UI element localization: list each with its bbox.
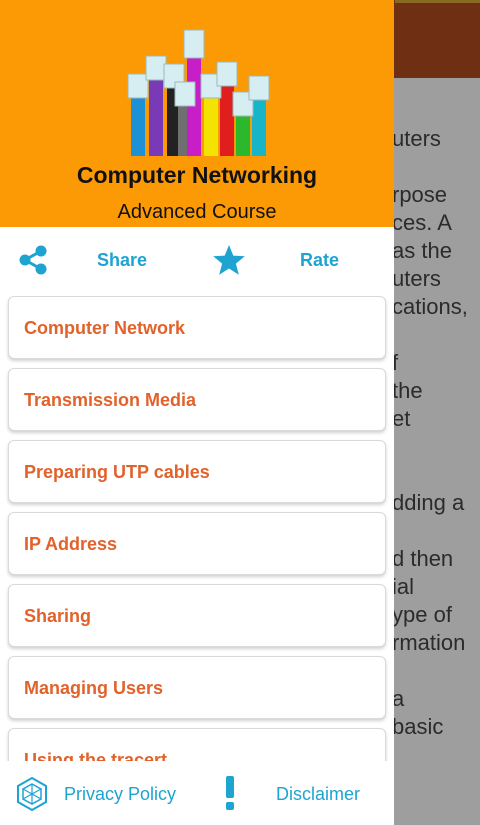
menu-item-computer-network[interactable]: Computer Network	[8, 296, 386, 359]
share-icon[interactable]	[18, 245, 48, 275]
menu-item-managing-users[interactable]: Managing Users	[8, 656, 386, 719]
background-app-bar-strip	[395, 0, 480, 3]
app-title: Computer Networking	[76, 162, 318, 188]
background-text-line: ces. A	[392, 210, 452, 235]
topic-menu: Computer Network Transmission Media Prep…	[0, 296, 394, 761]
disclaimer-link[interactable]: Disclaimer	[276, 784, 360, 805]
menu-item-transmission-media[interactable]: Transmission Media	[8, 368, 386, 431]
menu-item-using-the-tracert[interactable]: Using the tracert	[8, 728, 386, 761]
background-text-line: dding a	[392, 490, 465, 515]
menu-item-label: Computer Network	[24, 318, 186, 338]
menu-item-sharing[interactable]: Sharing	[8, 584, 386, 647]
menu-item-ip-address[interactable]: IP Address	[8, 512, 386, 575]
background-text-line: basic	[392, 714, 444, 739]
privacy-policy-link[interactable]: Privacy Policy	[64, 784, 176, 805]
app-subtitle: Advanced Course	[117, 201, 277, 223]
navigation-drawer: Computer Networking Advanced Course Shar…	[0, 0, 394, 825]
background-text-line: rmation	[392, 630, 466, 655]
background-text-line: uters	[392, 266, 441, 291]
background-text-line: rpose	[392, 182, 448, 207]
menu-item-preparing-utp-cables[interactable]: Preparing UTP cables	[8, 440, 386, 503]
menu-item-label: IP Address	[24, 534, 118, 554]
exclamation-icon[interactable]	[222, 776, 238, 810]
background-text-line: et	[392, 406, 411, 431]
background-text-line: the	[392, 378, 423, 403]
background-text-line: ial	[392, 574, 415, 599]
share-button[interactable]: Share	[97, 250, 147, 271]
drawer-header: Computer Networking Advanced Course	[0, 0, 394, 227]
background-text-line: uters	[392, 126, 441, 151]
background-text-line: d then	[392, 546, 454, 571]
background-text-line: cations,	[392, 294, 468, 319]
star-icon[interactable]	[212, 243, 246, 277]
rate-button[interactable]: Rate	[300, 250, 339, 271]
menu-item-label: Sharing	[24, 606, 92, 626]
menu-item-label: Using the tracert	[24, 750, 168, 761]
ethernet-cables-logo	[127, 29, 270, 156]
privacy-icon[interactable]	[14, 776, 50, 812]
menu-item-label: Transmission Media	[24, 390, 197, 410]
menu-item-label: Preparing UTP cables	[24, 462, 210, 482]
drawer-footer: Privacy Policy Disclaimer	[0, 762, 394, 825]
menu-item-label: Managing Users	[24, 678, 164, 698]
background-text-line: ype of	[392, 602, 452, 627]
background-text-line: as the	[392, 238, 452, 263]
action-row: Share Rate	[0, 235, 394, 285]
